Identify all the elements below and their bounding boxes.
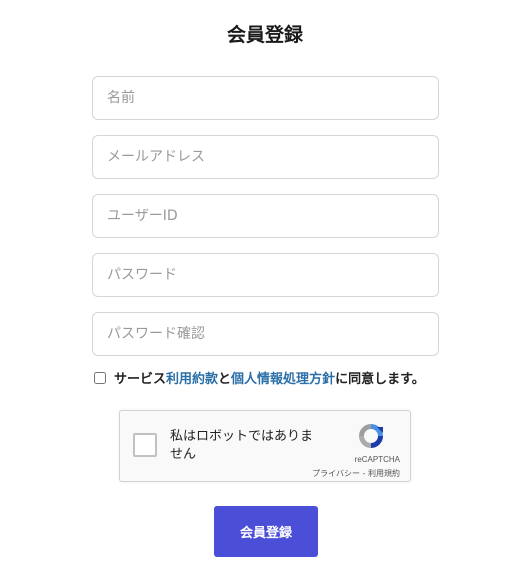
- page-title: 会員登録: [226, 24, 303, 46]
- agreement-checkbox[interactable]: [94, 371, 106, 384]
- agreement-suffix: に同意します。: [335, 372, 425, 387]
- userid-field[interactable]: [92, 194, 439, 238]
- recaptcha-logo-icon: [359, 424, 383, 448]
- recaptcha-brand: reCAPTCHA: [354, 455, 400, 464]
- recaptcha-terms-link[interactable]: 利用規約: [368, 469, 400, 478]
- agreement-row: サービス 利用約款 と 個人情報処理方針 に同意します。: [92, 368, 452, 387]
- terms-link[interactable]: 利用約款: [166, 368, 218, 387]
- recaptcha-links: プライバシー - 利用規約: [312, 468, 400, 479]
- register-button[interactable]: 会員登録: [214, 506, 318, 557]
- recaptcha-widget: 私はロボットではありません reCAPTCHA プライバシー - 利用規約: [119, 410, 411, 482]
- name-field[interactable]: [92, 76, 439, 120]
- recaptcha-label: 私はロボットではありません: [170, 429, 314, 462]
- password-confirm-field[interactable]: [92, 312, 439, 356]
- agreement-connector: と: [218, 372, 232, 387]
- recaptcha-checkbox[interactable]: [133, 433, 157, 457]
- recaptcha-separator: -: [362, 469, 366, 478]
- email-field[interactable]: [92, 135, 439, 179]
- recaptcha-privacy-link[interactable]: プライバシー: [312, 469, 360, 478]
- agreement-prefix: サービス: [114, 372, 167, 387]
- password-field[interactable]: [92, 253, 439, 297]
- privacy-policy-link[interactable]: 個人情報処理方針: [231, 368, 335, 387]
